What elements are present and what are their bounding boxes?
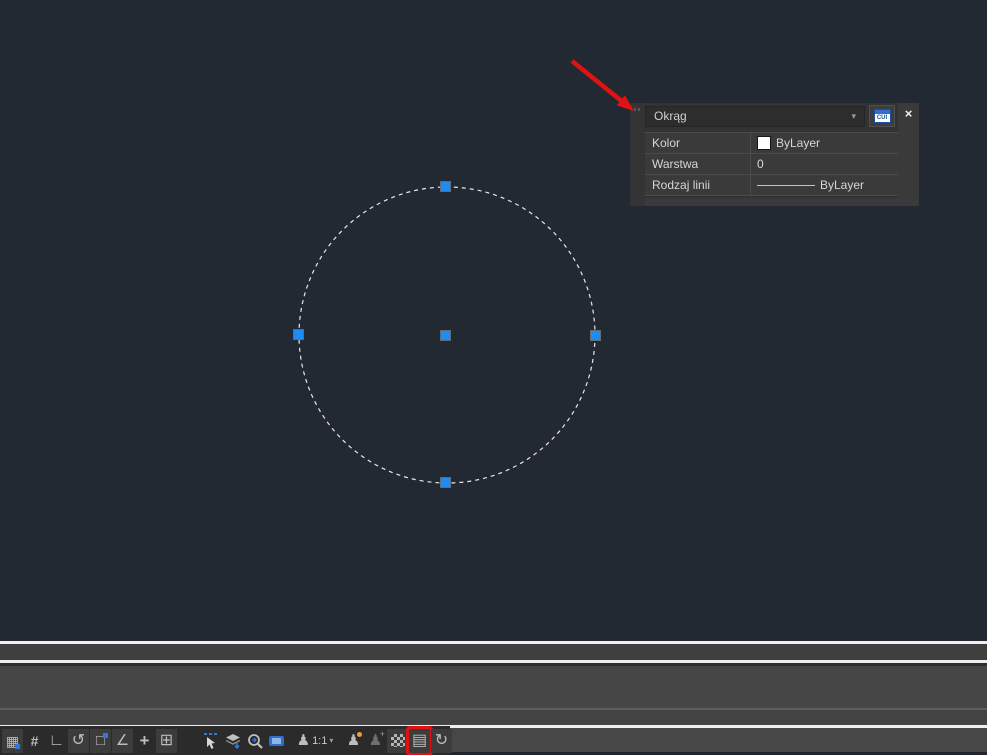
transparency-icon (391, 734, 405, 747)
selection-cycling-toggle[interactable] (200, 729, 221, 753)
property-value-field[interactable]: 0 (751, 154, 898, 174)
grip-top[interactable] (440, 181, 451, 192)
customize-cui-button[interactable]: CUI (869, 105, 895, 127)
dynamic-input-icon: ⊞ (160, 733, 173, 749)
object-snap-toggle[interactable]: □ (90, 729, 111, 753)
object-type-label: Okrąg (654, 109, 687, 123)
grab-dots-icon (634, 108, 640, 111)
qp-rows: Kolor ByLayer Warstwa 0 Rodzaj linii ByLayer (645, 132, 898, 196)
quick-properties-toggle[interactable]: ▤ (409, 729, 430, 753)
object-type-dropdown[interactable]: Okrąg ▾ (645, 106, 865, 127)
property-value-text: 0 (757, 157, 764, 171)
polar-tracking-toggle[interactable]: ↺ (68, 729, 89, 753)
ortho-mode-icon: ∟ (49, 733, 65, 749)
annotation-scale-icon: ♟ (297, 733, 310, 748)
qp-right-strip: × (898, 103, 919, 206)
linetype-swatch-icon (757, 185, 815, 186)
property-label: Warstwa (645, 154, 751, 174)
grid-display-icon: # (31, 734, 39, 748)
chevron-down-icon: ▾ (329, 736, 333, 745)
property-row-warstwa: Warstwa 0 (645, 154, 898, 175)
annotation-autoscale-toggle[interactable]: ♟+ (365, 729, 386, 753)
polar-tracking-icon: ↺ (72, 733, 85, 749)
command-bar-main[interactable] (0, 666, 987, 708)
hardware-acceleration-toggle[interactable] (266, 729, 287, 753)
grip-center[interactable] (440, 330, 451, 341)
grip-right[interactable] (590, 330, 601, 341)
quick-properties-panel: Okrąg ▾ CUI Kolor ByLayer Warstwa 0 Rodzaj l… (630, 103, 919, 206)
property-row-kolor: Kolor ByLayer (645, 133, 898, 154)
selection-cycling-icon (203, 732, 219, 750)
layer-override-toggle[interactable] (222, 729, 243, 753)
snap-overrides-toggle[interactable]: + (134, 729, 155, 753)
layer-override-icon (224, 732, 242, 750)
status-refresh-icon: ↻ (435, 733, 448, 749)
close-icon[interactable]: × (901, 106, 916, 121)
chevron-down-icon: ▾ (851, 111, 856, 122)
command-bar-lower (0, 710, 987, 725)
lineweight-display-toggle[interactable] (178, 729, 199, 753)
grid-display-toggle[interactable]: # (24, 729, 45, 753)
annotation-monitor-icon (246, 732, 264, 750)
transparency-toggle[interactable] (387, 729, 408, 753)
property-value-text: ByLayer (820, 178, 864, 192)
command-bar-upper (0, 644, 987, 660)
color-swatch-icon (757, 136, 771, 150)
annotation-monitor-toggle[interactable] (244, 729, 265, 753)
quick-properties-icon: ▤ (412, 733, 427, 749)
qp-bottom-strip (645, 198, 898, 206)
annotation-scale-value: 1:1 (312, 735, 327, 747)
property-label: Rodzaj linii (645, 175, 751, 195)
snap-overrides-icon: + (140, 732, 150, 749)
object-snap-tracking-icon: ∠ (116, 733, 129, 748)
property-value-field[interactable]: ByLayer (751, 133, 898, 153)
hardware-acceleration-icon (269, 736, 284, 746)
annotation-visibility-toggle[interactable]: ♟ (343, 729, 364, 753)
application-window: { "colors": { "canvas_bg": "#232932", "p… (0, 0, 987, 755)
ortho-mode-toggle[interactable]: ∟ (46, 729, 67, 753)
cui-icon: CUI (874, 109, 891, 123)
snap-mode-toggle[interactable]: ▦ (2, 729, 23, 753)
dynamic-input-toggle[interactable]: ⊞ (156, 729, 177, 753)
property-value-field[interactable]: ByLayer (751, 175, 898, 195)
panel-grab-bar[interactable] (630, 103, 645, 206)
grip-bottom[interactable] (440, 477, 451, 488)
property-value-text: ByLayer (776, 136, 820, 150)
grip-left[interactable] (293, 329, 304, 340)
property-label: Kolor (645, 133, 751, 153)
annotation-scale-toggle[interactable]: ♟1:1▾ (288, 729, 342, 753)
object-snap-tracking-toggle[interactable]: ∠ (112, 729, 133, 753)
status-refresh-toggle[interactable]: ↻ (431, 729, 452, 753)
property-row-rodzaj-linii: Rodzaj linii ByLayer (645, 175, 898, 196)
statusbar-icon-tray: ▦#∟↺□∠+⊞♟1:1▾♟♟+▤↻ (0, 726, 450, 755)
